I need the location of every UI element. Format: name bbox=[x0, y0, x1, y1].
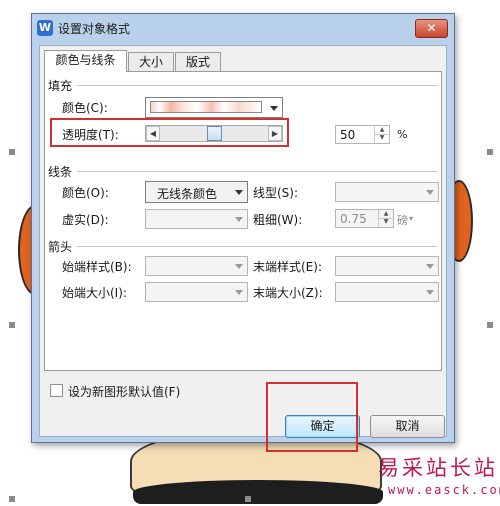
chevron-down-icon bbox=[235, 290, 243, 295]
spin-down-icon[interactable]: ▼ bbox=[379, 218, 393, 226]
selection-handle[interactable] bbox=[487, 149, 493, 155]
ok-highlight-box bbox=[266, 382, 358, 452]
chevron-down-icon bbox=[270, 106, 278, 111]
fill-divider bbox=[77, 85, 437, 86]
arrows-section-title: 箭头 bbox=[48, 240, 73, 254]
selection-handle[interactable] bbox=[9, 496, 15, 502]
weight-spinbox[interactable]: 0.75 ▲ ▼ bbox=[335, 209, 394, 228]
transparency-unit: % bbox=[397, 128, 408, 141]
begin-style-label: 始端样式(B): bbox=[62, 260, 132, 274]
selection-handle[interactable] bbox=[487, 322, 493, 328]
selection-handle[interactable] bbox=[9, 149, 15, 155]
selection-handle[interactable] bbox=[9, 322, 15, 328]
weight-label: 粗细(W): bbox=[253, 213, 303, 227]
dialog-titlebar[interactable]: W 设置对象格式 ✕ bbox=[32, 14, 454, 42]
end-style-dropdown[interactable] bbox=[335, 256, 439, 276]
fill-color-swatch bbox=[150, 101, 262, 113]
begin-size-label: 始端大小(I): bbox=[62, 286, 127, 300]
weight-unit-chevron-icon[interactable]: ▾ bbox=[409, 214, 413, 223]
line-color-dropdown[interactable]: 无线条颜色 bbox=[145, 181, 248, 203]
chevron-down-icon bbox=[426, 290, 434, 295]
tab-size[interactable]: 大小 bbox=[128, 52, 174, 71]
line-section-title: 线条 bbox=[48, 165, 73, 179]
cancel-button[interactable]: 取消 bbox=[370, 415, 445, 438]
line-color-label: 颜色(O): bbox=[62, 186, 109, 200]
format-object-dialog: W 设置对象格式 ✕ 颜色与线条 大小 版式 填充 颜色(C): 透明度(T):… bbox=[31, 13, 455, 452]
dialog-title: 设置对象格式 bbox=[58, 22, 131, 36]
chevron-down-icon bbox=[235, 190, 243, 195]
spin-buttons: ▲ ▼ bbox=[378, 210, 393, 227]
cartoon-feet bbox=[133, 480, 383, 504]
tab-layout[interactable]: 版式 bbox=[175, 52, 221, 71]
selection-handle[interactable] bbox=[245, 496, 251, 502]
arrows-divider bbox=[77, 246, 437, 247]
spin-down-icon[interactable]: ▼ bbox=[375, 134, 389, 142]
weight-unit: 磅 bbox=[397, 214, 408, 227]
end-size-label: 末端大小(Z): bbox=[253, 286, 323, 300]
chevron-down-icon bbox=[235, 217, 243, 222]
line-divider bbox=[77, 171, 437, 172]
chevron-down-icon bbox=[426, 190, 434, 195]
tab-colors-lines[interactable]: 颜色与线条 bbox=[44, 50, 127, 72]
begin-size-dropdown[interactable] bbox=[145, 282, 248, 302]
chevron-down-icon bbox=[426, 264, 434, 269]
weight-value: 0.75 bbox=[340, 212, 367, 226]
close-button[interactable]: ✕ bbox=[415, 19, 448, 38]
transparency-value: 50 bbox=[340, 128, 356, 142]
set-default-label: 设为新图形默认值(F) bbox=[68, 385, 181, 399]
fill-color-label: 颜色(C): bbox=[62, 101, 108, 115]
line-style-label: 线型(S): bbox=[253, 186, 299, 200]
wps-app-icon: W bbox=[37, 20, 53, 36]
fill-color-picker[interactable] bbox=[145, 97, 283, 118]
transparency-highlight-box bbox=[50, 118, 289, 147]
dash-label: 虚实(D): bbox=[62, 213, 109, 227]
end-size-dropdown[interactable] bbox=[335, 282, 439, 302]
spin-buttons: ▲ ▼ bbox=[374, 126, 389, 143]
line-color-value: 无线条颜色 bbox=[157, 187, 218, 201]
fill-section-title: 填充 bbox=[48, 79, 73, 93]
chevron-down-icon bbox=[235, 264, 243, 269]
watermark-site-name: 易采站长站 bbox=[378, 456, 498, 480]
line-style-dropdown[interactable] bbox=[335, 182, 439, 202]
begin-style-dropdown[interactable] bbox=[145, 256, 248, 276]
transparency-spinbox[interactable]: 50 ▲ ▼ bbox=[335, 125, 390, 144]
watermark-url: www.easck.com bbox=[388, 483, 500, 497]
colors-lines-panel: 填充 颜色(C): 透明度(T): ◀ ▶ 50 ▲ ▼ % 线条 颜色(O):… bbox=[44, 71, 442, 371]
set-default-checkbox[interactable] bbox=[50, 384, 63, 397]
dialog-client-area: 颜色与线条 大小 版式 填充 颜色(C): 透明度(T): ◀ ▶ 50 ▲ ▼… bbox=[39, 45, 447, 452]
end-style-label: 末端样式(E): bbox=[253, 260, 322, 274]
dash-dropdown[interactable] bbox=[145, 209, 248, 229]
